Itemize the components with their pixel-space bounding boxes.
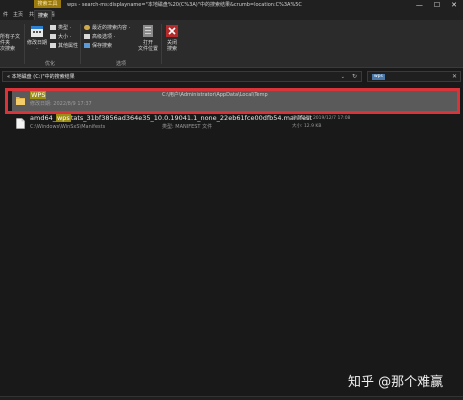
ribbon-separator <box>161 24 162 64</box>
open-file-location-icon <box>143 25 153 37</box>
size-label: 大小 · <box>58 34 72 40</box>
result-type: 类型: MANIFEST 文件 <box>162 124 213 130</box>
close-window-button[interactable]: ✕ <box>451 1 457 9</box>
search-again-label: 次搜索 <box>0 46 16 52</box>
options-group-label: 选项 <box>116 61 127 67</box>
advanced-options-button[interactable]: 高级选项 · <box>84 34 115 41</box>
match-highlight: wps <box>55 114 71 122</box>
size-button[interactable]: 大小 · <box>50 34 71 41</box>
selection-outline <box>5 88 460 114</box>
advanced-options-label: 高级选项 · <box>92 34 116 40</box>
advanced-options-icon <box>84 34 90 39</box>
all-subfolders-button[interactable]: 所有子文件夹 次搜索 <box>0 34 22 52</box>
ribbon-panel: 所有子文件夹 次搜索 修改日期 · 类型 · 大小 · 其他属性 · 优化 最近… <box>0 20 463 68</box>
close-search-label: 搜索 <box>166 46 177 52</box>
minimize-button[interactable]: — <box>416 1 423 9</box>
zhihu-watermark: 知乎 @那个难赢 <box>348 375 444 390</box>
result-name-prefix: amd64_ <box>30 114 56 122</box>
recent-searches-icon <box>84 25 90 30</box>
address-path[interactable]: « 本地磁盘 (C:)"中的搜索结果 <box>7 72 75 82</box>
context-tab-search-tools[interactable]: 搜索工具 <box>34 0 61 8</box>
all-subfolders-label: 所有子文件夹 <box>0 34 21 46</box>
result-size: 大小: 12.9 KB <box>292 124 322 129</box>
open-file-location-button[interactable]: 打开 文件位置 <box>138 24 158 52</box>
title-bar: 搜索工具 wps - search-ms:displayname="本地磁盘%2… <box>0 0 463 10</box>
kind-button[interactable]: 类型 · <box>50 25 71 32</box>
ribbon-separator <box>80 24 81 64</box>
address-bar[interactable]: « 本地磁盘 (C:)"中的搜索结果 ⌄ ↻ <box>2 71 362 82</box>
result-date-modified: 修改日期: 2019/12/7 17:08 <box>292 116 351 121</box>
chevron-down-icon[interactable]: ⌄ <box>341 72 345 82</box>
kind-icon <box>50 25 56 30</box>
window-title: wps - search-ms:displayname="本地磁盘%20(C%3… <box>67 2 302 8</box>
properties-icon <box>50 43 56 48</box>
file-icon <box>16 118 25 129</box>
address-row: « 本地磁盘 (C:)"中的搜索结果 ⌄ ↻ wps ✕ <box>0 69 463 85</box>
ribbon-tab-strip: 件 主页 共享 查看 搜索 <box>0 10 463 20</box>
size-icon <box>50 34 56 39</box>
close-search-button[interactable]: 关闭 搜索 <box>163 24 181 52</box>
date-modified-dropdown: · <box>36 46 38 52</box>
refresh-icon[interactable]: ↻ <box>352 72 357 82</box>
search-query-text[interactable]: wps <box>372 74 385 80</box>
tab-home[interactable]: 主页 <box>10 10 26 20</box>
calendar-icon <box>31 26 43 37</box>
save-search-label: 保存搜索 <box>92 43 113 49</box>
other-properties-label: 其他属性 · <box>58 43 82 49</box>
tab-search[interactable]: 搜索 <box>34 10 53 20</box>
file-location-label: 文件位置 <box>138 46 159 52</box>
recent-searches-button[interactable]: 最近的搜索内容 · <box>84 25 130 32</box>
recent-searches-label: 最近的搜索内容 · <box>92 25 131 31</box>
result-name-rest: tats_31bf3856ad364e35_10.0.19041.1_none_… <box>70 114 313 122</box>
search-input[interactable]: wps ✕ <box>367 71 461 82</box>
result-row-manifest-file[interactable]: amd64_wpstats_31bf3856ad364e35_10.0.1904… <box>12 113 460 135</box>
other-properties-button[interactable]: 其他属性 · <box>50 43 81 50</box>
results-list: WPS 修改日期: 2022/8/9 17:37 C:\用户\Administr… <box>0 85 463 400</box>
result-location: C:\Windows\WinSxS\Manifests <box>30 124 106 130</box>
save-search-button[interactable]: 保存搜索 <box>84 43 112 50</box>
kind-label: 类型 · <box>58 25 72 31</box>
window-bottom-edge <box>0 396 463 400</box>
ribbon-separator <box>24 24 25 64</box>
maximize-button[interactable]: ☐ <box>434 1 440 9</box>
save-search-icon <box>84 43 90 48</box>
window-controls: — ☐ ✕ <box>416 1 457 9</box>
refine-group-label: 优化 <box>45 61 56 67</box>
close-search-icon <box>166 25 178 37</box>
clear-search-icon[interactable]: ✕ <box>452 72 457 82</box>
date-modified-button[interactable]: 修改日期 · <box>27 24 47 52</box>
result-name: amd64_wpstats_31bf3856ad364e35_10.0.1904… <box>30 114 312 123</box>
